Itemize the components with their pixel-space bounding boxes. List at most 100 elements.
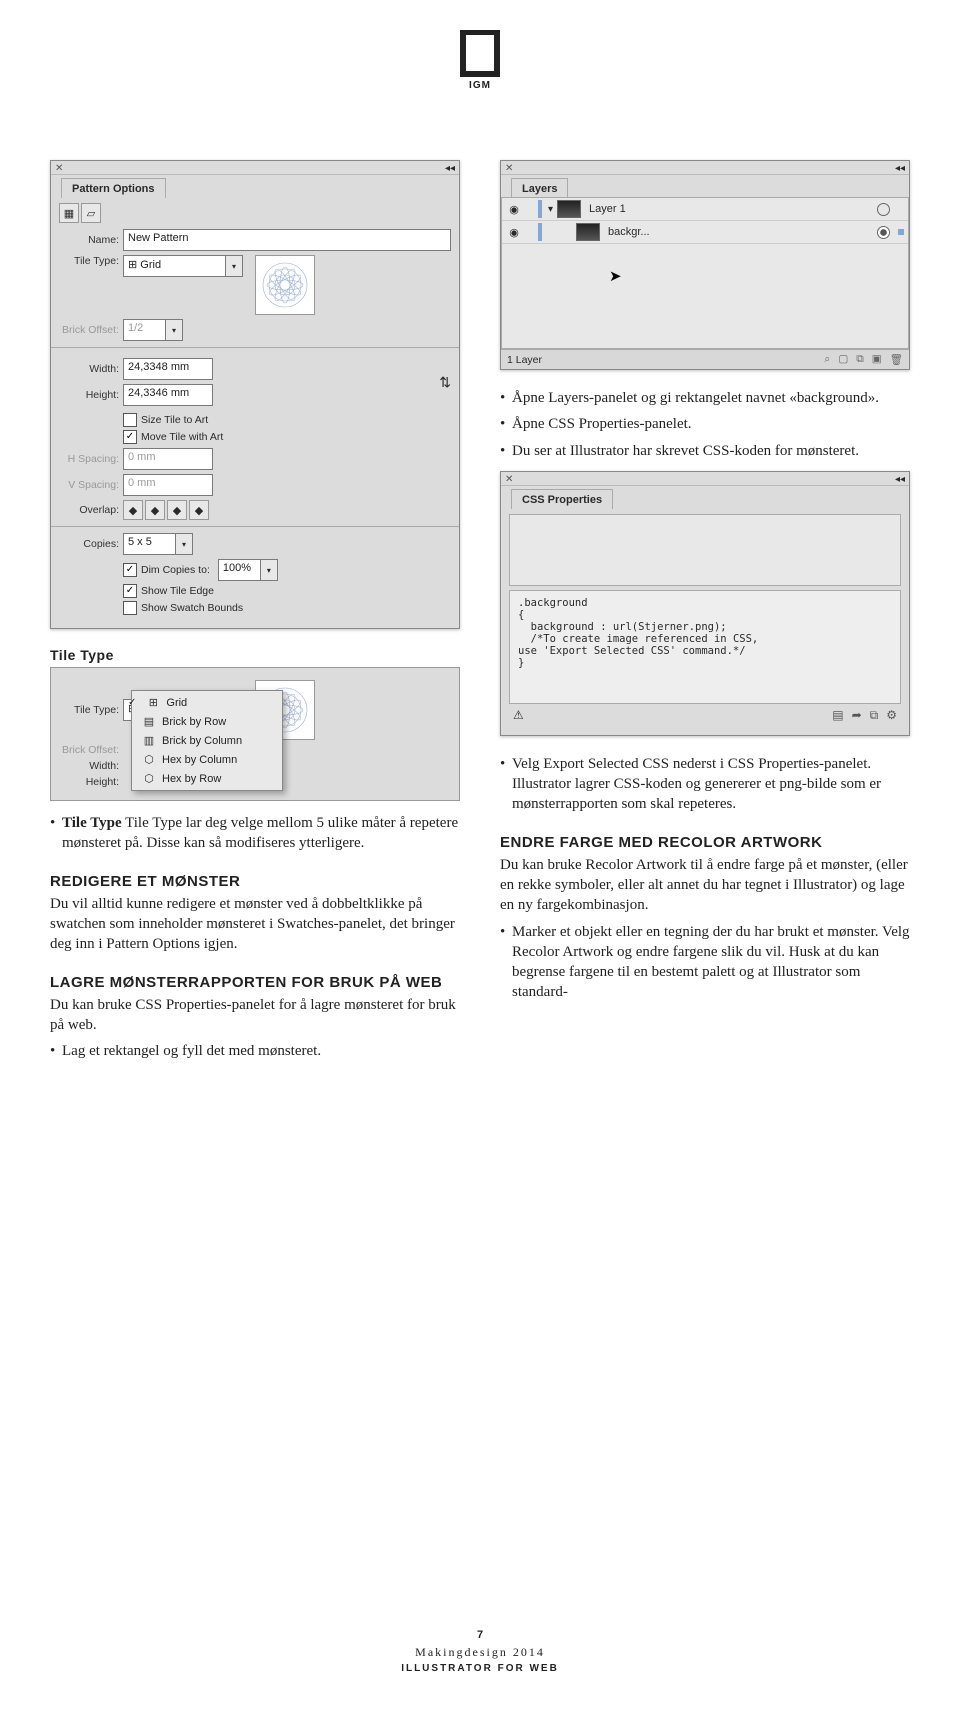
hspacing-label: H Spacing: bbox=[59, 453, 119, 465]
panel-title: CSS Properties bbox=[511, 489, 613, 509]
move-tile-checkbox[interactable]: Move Tile with Art bbox=[123, 430, 451, 444]
locate-icon[interactable]: ⌕ bbox=[824, 353, 830, 366]
new-sublayer-icon[interactable]: ⧉ bbox=[856, 353, 864, 366]
css-selector-list[interactable] bbox=[509, 514, 901, 586]
tile-type-label: Tile Type: bbox=[59, 255, 119, 267]
copies-label: Copies: bbox=[59, 538, 119, 550]
panel-collapse-icon[interactable]: ◂◂ bbox=[895, 474, 905, 485]
layer-thumbnail bbox=[576, 223, 600, 241]
chevron-down-icon[interactable]: ▾ bbox=[225, 255, 243, 277]
share-icon[interactable]: ➦ bbox=[852, 708, 862, 723]
width-label: Width: bbox=[59, 363, 119, 375]
layer-row[interactable]: ◉ ▾ Layer 1 bbox=[502, 198, 908, 221]
width-label: Width: bbox=[59, 760, 119, 772]
panel-collapse-icon[interactable]: ◂◂ bbox=[445, 163, 455, 174]
brick-offset-select: 1/2 ▾ bbox=[123, 319, 183, 341]
menu-item[interactable]: ⊞Grid bbox=[132, 693, 282, 712]
link-dimensions-icon[interactable]: ⇅ bbox=[439, 374, 451, 391]
make-clip-icon[interactable]: ▢ bbox=[838, 353, 848, 366]
css-code-view[interactable]: .background { background : url(Stjerner.… bbox=[509, 590, 901, 704]
layer-name[interactable]: backgr... bbox=[604, 226, 873, 238]
copy-icon[interactable]: ⧉ bbox=[870, 708, 879, 723]
target-icon[interactable] bbox=[877, 203, 890, 216]
pattern-options-panel: ✕ ◂◂ Pattern Options ▦ ▱ Name: New Patte… bbox=[50, 160, 460, 629]
show-swatch-bounds-checkbox[interactable]: Show Swatch Bounds bbox=[123, 601, 451, 615]
name-input[interactable]: New Pattern bbox=[123, 229, 451, 251]
height-input[interactable]: 24,3346 mm bbox=[123, 384, 213, 406]
settings-icon[interactable]: ⚙ bbox=[886, 708, 897, 723]
vspacing-input: 0 mm bbox=[123, 474, 213, 496]
vspacing-label: V Spacing: bbox=[59, 479, 119, 491]
section-heading: ENDRE FARGE MED RECOLOR ARTWORK bbox=[500, 833, 910, 853]
name-label: Name: bbox=[59, 234, 119, 246]
section-heading: REDIGERE ET MØNSTER bbox=[50, 872, 460, 892]
cursor-icon: ➤ bbox=[609, 267, 622, 285]
section-heading: LAGRE MØNSTERRAPPORTEN FOR BRUK PÅ WEB bbox=[50, 973, 460, 993]
width-input[interactable]: 24,3348 mm bbox=[123, 358, 213, 380]
menu-item[interactable]: ⬡Hex by Row bbox=[132, 769, 282, 788]
igm-logo: IGM bbox=[460, 30, 500, 80]
size-tile-checkbox[interactable]: Size Tile to Art bbox=[123, 413, 451, 427]
overlap-left-icon[interactable]: ◆ bbox=[123, 500, 143, 520]
layer-row[interactable]: ◉ backgr... bbox=[502, 221, 908, 244]
overlap-top-icon[interactable]: ◆ bbox=[167, 500, 187, 520]
body-text: Du kan bruke CSS Properties-panelet for … bbox=[50, 995, 460, 1036]
tile-type-select[interactable]: ⊞ Grid ▾ bbox=[123, 255, 243, 277]
tile-type-menu[interactable]: ⊞Grid ▤Brick by Row ▥Brick by Column ⬡He… bbox=[131, 690, 283, 791]
tile-type-label: Tile Type: bbox=[59, 704, 119, 716]
target-icon[interactable] bbox=[877, 226, 890, 239]
overlap-label: Overlap: bbox=[59, 504, 119, 516]
pattern-preview-thumbnail bbox=[255, 255, 315, 315]
panel-close-icon[interactable]: ✕ bbox=[505, 474, 513, 485]
pattern-tool-icon[interactable]: ▱ bbox=[81, 203, 101, 223]
visibility-icon[interactable]: ◉ bbox=[506, 226, 522, 239]
copies-select[interactable]: 5 x 5 ▾ bbox=[123, 533, 193, 555]
warning-icon[interactable]: ⚠ bbox=[513, 708, 524, 723]
brick-offset-label: Brick Offset: bbox=[59, 744, 119, 756]
layers-panel: ✕ ◂◂ Layers ◉ ▾ Layer 1 bbox=[500, 160, 910, 370]
hspacing-input: 0 mm bbox=[123, 448, 213, 470]
height-label: Height: bbox=[59, 776, 119, 788]
css-properties-panel: ✕ ◂◂ CSS Properties .background { backgro… bbox=[500, 471, 910, 736]
visibility-icon[interactable]: ◉ bbox=[506, 203, 522, 216]
body-text: Lag et rektangel og fyll det med mønster… bbox=[50, 1041, 460, 1061]
body-text: Marker et objekt eller en tegning der du… bbox=[500, 922, 910, 1003]
chevron-down-icon: ▾ bbox=[165, 319, 183, 341]
layer-thumbnail bbox=[557, 200, 581, 218]
tile-type-heading: Tile Type bbox=[50, 647, 460, 663]
brick-offset-label: Brick Offset: bbox=[59, 324, 119, 336]
new-layer-icon[interactable]: ▣ bbox=[872, 353, 882, 366]
body-text: Du vil alltid kunne redigere et mønster … bbox=[50, 894, 460, 955]
chevron-down-icon[interactable]: ▾ bbox=[175, 533, 193, 555]
layer-name[interactable]: Layer 1 bbox=[585, 203, 873, 215]
page-footer: 7 Makingdesign 2014 ILLUSTRATOR FOR WEB bbox=[0, 1627, 960, 1677]
expand-icon[interactable]: ▾ bbox=[548, 204, 553, 215]
panel-collapse-icon[interactable]: ◂◂ bbox=[895, 163, 905, 174]
menu-item[interactable]: ⬡Hex by Column bbox=[132, 750, 282, 769]
height-label: Height: bbox=[59, 389, 119, 401]
body-text: Åpne Layers-panelet og gi rektangelet na… bbox=[500, 388, 910, 408]
overlap-right-icon[interactable]: ◆ bbox=[145, 500, 165, 520]
dim-select[interactable]: 100% ▾ bbox=[218, 559, 278, 581]
body-text: Du kan bruke Recolor Artwork til å endre… bbox=[500, 855, 910, 916]
overlap-bottom-icon[interactable]: ◆ bbox=[189, 500, 209, 520]
trash-icon[interactable]: 🗑 bbox=[890, 353, 903, 366]
body-text: Åpne CSS Properties-panelet. bbox=[500, 414, 910, 434]
layer-count: 1 Layer bbox=[507, 354, 542, 366]
show-tile-edge-checkbox[interactable]: Show Tile Edge bbox=[123, 584, 451, 598]
selection-indicator bbox=[898, 229, 904, 235]
menu-item[interactable]: ▥Brick by Column bbox=[132, 731, 282, 750]
panel-close-icon[interactable]: ✕ bbox=[505, 163, 513, 174]
tile-type-fragment: Tile Type: ⊞ Grid ▾ Brick Offset: Width:… bbox=[50, 667, 460, 801]
panel-title: Layers bbox=[511, 178, 568, 198]
body-text: Du ser at Illustrator har skrevet CSS-ko… bbox=[500, 441, 910, 461]
body-text: Tile Type Tile Type lar deg velge mellom… bbox=[50, 813, 460, 854]
panel-title: Pattern Options bbox=[61, 178, 166, 198]
menu-item[interactable]: ▤Brick by Row bbox=[132, 712, 282, 731]
dim-copies-checkbox[interactable]: Dim Copies to: 100% ▾ bbox=[123, 559, 451, 581]
chevron-down-icon[interactable]: ▾ bbox=[260, 559, 278, 581]
pattern-tool-icon[interactable]: ▦ bbox=[59, 203, 79, 223]
body-text: Velg Export Selected CSS nederst i CSS P… bbox=[500, 754, 910, 815]
export-icon[interactable]: ▤ bbox=[832, 708, 843, 723]
panel-close-icon[interactable]: ✕ bbox=[55, 163, 63, 174]
